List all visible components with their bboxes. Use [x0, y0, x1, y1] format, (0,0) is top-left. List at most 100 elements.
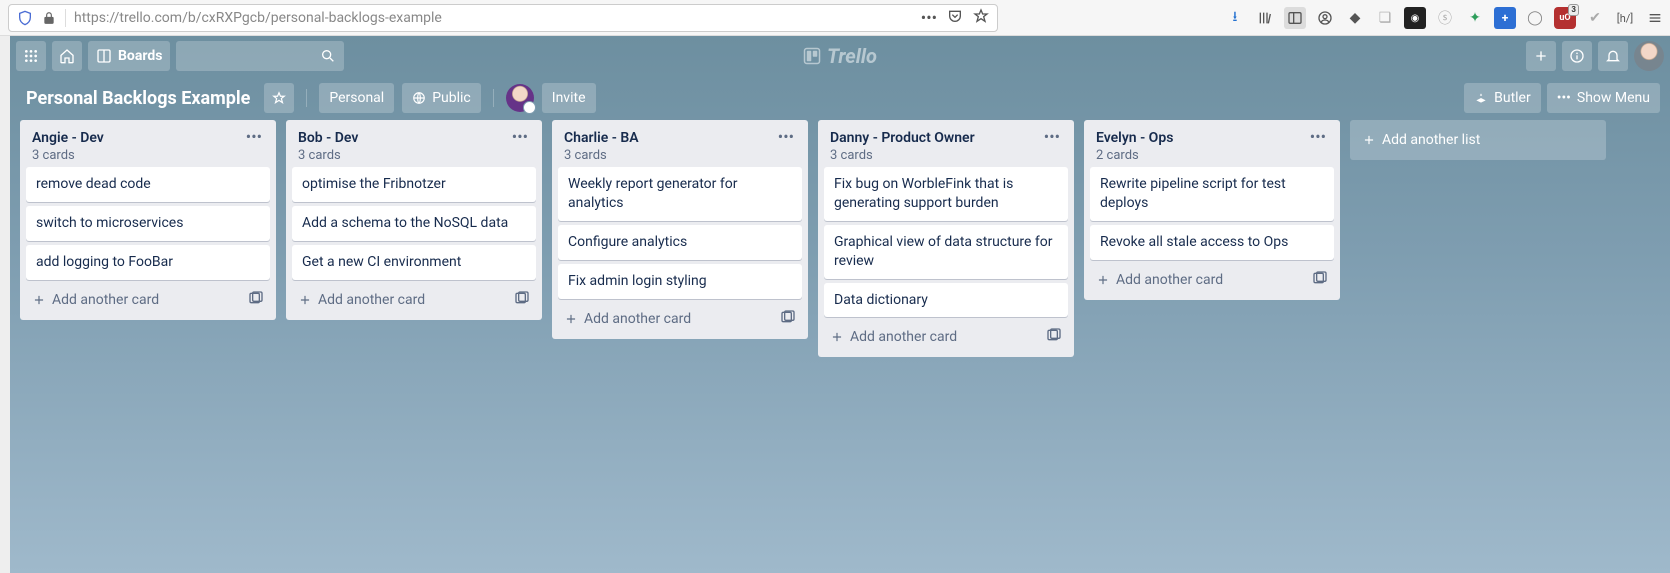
add-card-label: Add another card — [850, 329, 957, 345]
card[interactable]: add logging to FooBar — [26, 245, 270, 280]
show-menu-button[interactable]: ••• Show Menu — [1547, 83, 1660, 113]
extension-s-icon[interactable]: ⓢ — [1434, 7, 1456, 29]
account-icon[interactable] — [1314, 7, 1336, 29]
team-label: Personal — [329, 90, 384, 106]
card[interactable]: Get a new CI environment — [292, 245, 536, 280]
downloads-icon[interactable]: ⭳ — [1224, 7, 1246, 29]
extension-square-icon[interactable]: ◉ — [1404, 7, 1426, 29]
create-button[interactable] — [1526, 41, 1556, 71]
ublock-icon[interactable]: uO — [1554, 7, 1576, 29]
board-name[interactable]: Personal Backlogs Example — [20, 88, 256, 109]
library-icon[interactable] — [1254, 7, 1276, 29]
add-card-button[interactable]: Add another card — [1096, 272, 1223, 288]
list: Evelyn - Ops2 cards••• Rewrite pipeline s… — [1084, 120, 1340, 300]
add-list-button[interactable]: Add another list — [1350, 120, 1606, 160]
card[interactable]: Weekly report generator for analytics — [558, 167, 802, 221]
show-menu-label: Show Menu — [1577, 90, 1650, 106]
list-header: Danny - Product Owner3 cards••• — [824, 126, 1068, 163]
star-board-button[interactable] — [264, 83, 294, 113]
butler-button[interactable]: Butler — [1464, 83, 1541, 113]
card[interactable]: remove dead code — [26, 167, 270, 202]
extension-check-icon[interactable]: ✔ — [1584, 7, 1606, 29]
info-button[interactable] — [1562, 41, 1592, 71]
list-title-wrap[interactable]: Angie - Dev3 cards — [32, 130, 244, 163]
board-header: Personal Backlogs Example Personal Publi… — [10, 76, 1670, 120]
list-header: Evelyn - Ops2 cards••• — [1090, 126, 1334, 163]
team-pill[interactable]: Personal — [319, 83, 394, 113]
add-card-label: Add another card — [318, 292, 425, 308]
list-name: Bob - Dev — [298, 130, 510, 146]
list-title-wrap[interactable]: Evelyn - Ops2 cards — [1096, 130, 1308, 163]
list-card-count: 3 cards — [564, 148, 776, 163]
card[interactable]: Add a schema to the NoSQL data — [292, 206, 536, 241]
shield-icon[interactable] — [17, 10, 33, 26]
extension-fox-icon[interactable]: ✦ — [1464, 7, 1486, 29]
extension-brackets-icon[interactable]: [h/] — [1614, 7, 1636, 29]
list: Angie - Dev3 cards••• remove dead code swi… — [20, 120, 276, 320]
card[interactable]: Rewrite pipeline script for test deploys — [1090, 167, 1334, 221]
home-button[interactable] — [52, 41, 82, 71]
url-bar[interactable]: https://trello.com/b/cxRXPgcb/personal-b… — [8, 4, 998, 32]
card[interactable]: Graphical view of data structure for rev… — [824, 225, 1068, 279]
card[interactable]: switch to microservices — [26, 206, 270, 241]
profile-avatar[interactable] — [1634, 41, 1664, 71]
pocket-icon[interactable] — [947, 8, 963, 28]
list-footer: Add another card — [1090, 264, 1334, 294]
lock-icon[interactable] — [41, 10, 57, 26]
invite-label: Invite — [552, 90, 586, 106]
list: Charlie - BA 3 cards••• Weekly report gene… — [552, 120, 808, 339]
add-card-button[interactable]: Add another card — [830, 329, 957, 345]
hamburger-menu-icon[interactable] — [1644, 7, 1666, 29]
add-card-button[interactable]: Add another card — [32, 292, 159, 308]
list-menu-icon[interactable]: ••• — [1308, 130, 1328, 144]
list-title-wrap[interactable]: Charlie - BA 3 cards — [564, 130, 776, 163]
list-footer: Add another card — [824, 321, 1068, 351]
apps-grid-button[interactable] — [16, 41, 46, 71]
visibility-pill[interactable]: Public — [402, 83, 481, 113]
board-canvas[interactable]: Angie - Dev3 cards•••remove dead codeswi… — [10, 120, 1670, 367]
add-card-button[interactable]: Add another card — [298, 292, 425, 308]
card-template-icon[interactable] — [1312, 270, 1328, 290]
card[interactable]: Fix bug on WorbleFink that is generating… — [824, 167, 1068, 221]
list-menu-icon[interactable]: ••• — [244, 130, 264, 144]
list-name: Charlie - BA — [564, 130, 776, 146]
card-template-icon[interactable] — [780, 309, 796, 329]
url-text[interactable]: https://trello.com/b/cxRXPgcb/personal-b… — [74, 10, 913, 26]
card[interactable]: Fix admin login styling — [558, 264, 802, 299]
extension-clipboard-icon[interactable]: ❏ — [1374, 7, 1396, 29]
add-list-label: Add another list — [1382, 132, 1480, 148]
page-actions-icon[interactable]: ••• — [921, 8, 937, 27]
add-card-label: Add another card — [584, 311, 691, 327]
separator — [306, 89, 307, 107]
trello-app: Boards Trello Personal Backlogs Example — [10, 36, 1670, 573]
extension-cube-icon[interactable]: ◆ — [1344, 7, 1366, 29]
notifications-button[interactable] — [1598, 41, 1628, 71]
list-title-wrap[interactable]: Danny - Product Owner3 cards — [830, 130, 1042, 163]
boards-button[interactable]: Boards — [88, 41, 170, 71]
card[interactable]: optimise the Fribnotzer — [292, 167, 536, 202]
card[interactable]: Data dictionary — [824, 283, 1068, 318]
visibility-label: Public — [432, 90, 471, 106]
card-template-icon[interactable] — [1046, 327, 1062, 347]
list-menu-icon[interactable]: ••• — [510, 130, 530, 144]
list-footer: Add another card — [558, 303, 802, 333]
list-title-wrap[interactable]: Bob - Dev3 cards — [298, 130, 510, 163]
board-member-avatar[interactable] — [506, 84, 534, 112]
search-bar[interactable] — [176, 41, 344, 71]
sidebar-icon[interactable] — [1284, 7, 1306, 29]
card-template-icon[interactable] — [248, 290, 264, 310]
add-card-button[interactable]: Add another card — [564, 311, 691, 327]
card[interactable]: Revoke all stale access to Ops — [1090, 225, 1334, 260]
card[interactable]: Configure analytics — [558, 225, 802, 260]
bookmark-star-icon[interactable] — [973, 8, 989, 28]
trello-logo[interactable]: Trello — [803, 44, 877, 68]
browser-toolbar-extensions: ⭳ ◆ ❏ ◉ ⓢ ✦ + ◯ uO ✔ [h/] — [1224, 0, 1666, 36]
invite-button[interactable]: Invite — [542, 83, 596, 113]
list-menu-icon[interactable]: ••• — [776, 130, 796, 144]
list-header: Bob - Dev3 cards••• — [292, 126, 536, 163]
list-name: Evelyn - Ops — [1096, 130, 1308, 146]
extension-circle-icon[interactable]: ◯ — [1524, 7, 1546, 29]
list-menu-icon[interactable]: ••• — [1042, 130, 1062, 144]
card-template-icon[interactable] — [514, 290, 530, 310]
extension-plus-icon[interactable]: + — [1494, 7, 1516, 29]
